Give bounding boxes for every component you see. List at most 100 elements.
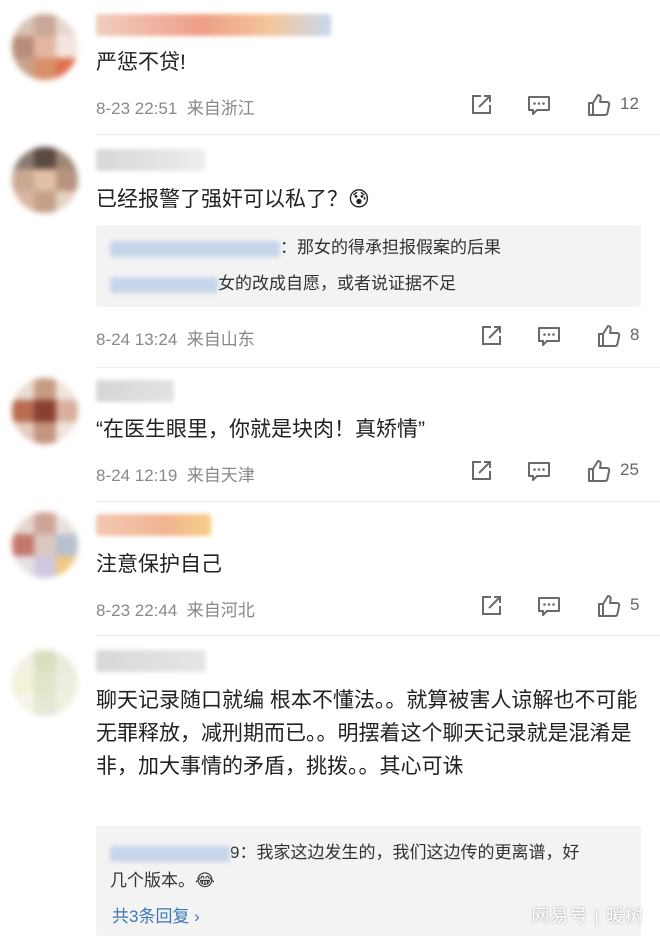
reply-line-1: ：那女的得承担报假案的后果: [110, 235, 501, 261]
avatar[interactable]: [12, 14, 78, 80]
comment-location: 来自天津: [186, 466, 255, 485]
avatar-pixel: [56, 422, 78, 444]
avatar-pixel: [12, 422, 34, 444]
share-icon[interactable]: [468, 92, 494, 118]
like-icon[interactable]: [586, 92, 612, 118]
avatar-pixel: [34, 191, 56, 213]
comment-text: 已经报警了强奸可以私了？😰: [96, 188, 370, 211]
avatar-pixel: [56, 650, 78, 672]
action-bar: 5: [478, 593, 658, 621]
avatar-pixel: [12, 694, 34, 716]
avatar-pixel: [12, 36, 34, 58]
avatar-pixel: [12, 191, 34, 213]
comment-meta: 8-24 12:19 来自天津: [96, 461, 255, 486]
avatar-pixel: [12, 672, 34, 694]
comment-date: 8-23 22:44: [96, 601, 178, 620]
comment-text: “在医生眼里，你就是块肉！真矫情”: [96, 418, 425, 441]
username-blurred[interactable]: [96, 650, 206, 672]
comment-icon[interactable]: [526, 458, 552, 484]
username-blurred[interactable]: [96, 514, 211, 536]
avatar[interactable]: [12, 147, 78, 213]
more-replies-link[interactable]: 共3条回复 ›: [112, 902, 200, 927]
avatar-pixel: [56, 169, 78, 191]
avatar[interactable]: [12, 378, 78, 444]
avatar-pixel: [56, 58, 78, 80]
reply-line-2: 几个版本。😂: [110, 871, 215, 890]
comment-date: 8-24 13:24: [96, 330, 178, 349]
comment-3: “在医生眼里，你就是块肉！真矫情” 8-24 12:19 来自天津 25: [0, 368, 660, 498]
comment-icon[interactable]: [536, 323, 562, 349]
avatar-pixel: [34, 378, 56, 400]
avatar-pixel: [56, 147, 78, 169]
reply-line-1: 9：我家这边发生的，我们这边传的更离谱，好: [110, 840, 579, 866]
avatar-pixel: [12, 400, 34, 422]
comment-icon[interactable]: [536, 593, 562, 619]
avatar-pixel: [56, 400, 78, 422]
avatar-pixel: [56, 378, 78, 400]
avatar-pixel: [12, 58, 34, 80]
avatar-pixel: [34, 400, 56, 422]
avatar-pixel: [34, 672, 56, 694]
username-blurred[interactable]: [96, 14, 331, 36]
avatar-pixel: [12, 650, 34, 672]
comment-meta: 8-23 22:44 来自河北: [96, 596, 255, 621]
avatar[interactable]: [12, 512, 78, 578]
avatar-pixel: [12, 512, 34, 534]
avatar[interactable]: [12, 650, 78, 716]
comment-location: 来自河北: [186, 601, 255, 620]
comment-4: 注意保护自己 8-23 22:44 来自河北 5: [0, 502, 660, 632]
reply-author-blurred[interactable]: [110, 276, 218, 293]
comment-5: 聊天记录随口就编 根本不懂法。。就算被害人谅解也不可能无罪释放，减刑期而已。。明…: [0, 636, 660, 940]
avatar-pixel: [56, 672, 78, 694]
comment-location: 来自山东: [186, 330, 255, 349]
reply-text: 9：我家这边发生的，我们这边传的更离谱，好: [230, 843, 580, 862]
avatar-pixel: [34, 422, 56, 444]
reply-line-2: 女的改成自愿，或者说证据不足: [110, 271, 456, 297]
watermark: 网易号 | 暖树: [531, 906, 644, 926]
share-icon[interactable]: [468, 458, 494, 484]
comment-text: 聊天记录随口就编 根本不懂法。。就算被害人谅解也不可能无罪释放，减刑期而已。。明…: [96, 689, 638, 778]
avatar-pixel: [34, 694, 56, 716]
action-bar: 25: [468, 458, 648, 486]
avatar-pixel: [34, 58, 56, 80]
reply-text: ：那女的得承担报假案的后果: [280, 238, 501, 257]
comment-text: 注意保护自己: [96, 553, 222, 576]
comment-text: 严惩不贷!: [96, 51, 186, 74]
avatar-pixel: [12, 14, 34, 36]
avatar-pixel: [34, 14, 56, 36]
comment-icon[interactable]: [526, 92, 552, 118]
avatar-pixel: [56, 694, 78, 716]
avatar-pixel: [56, 14, 78, 36]
avatar-pixel: [56, 512, 78, 534]
share-icon[interactable]: [478, 593, 504, 619]
reply-author-blurred[interactable]: [110, 240, 280, 257]
action-bar: 8: [478, 323, 658, 351]
like-count: 8: [630, 325, 640, 344]
username-blurred[interactable]: [96, 380, 174, 402]
avatar-pixel: [56, 36, 78, 58]
avatar-pixel: [12, 169, 34, 191]
share-icon[interactable]: [478, 323, 504, 349]
like-icon[interactable]: [586, 458, 612, 484]
reply-author-blurred[interactable]: [110, 845, 230, 862]
avatar-pixel: [12, 534, 34, 556]
avatar-pixel: [56, 534, 78, 556]
like-icon[interactable]: [596, 593, 622, 619]
comment-location: 来自浙江: [186, 99, 255, 118]
comment-meta: 8-24 13:24 来自山东: [96, 325, 255, 350]
reply-box[interactable]: ：那女的得承担报假案的后果 女的改成自愿，或者说证据不足: [96, 225, 641, 307]
comment-date: 8-23 22:51: [96, 99, 178, 118]
avatar-pixel: [34, 534, 56, 556]
comment-2: 已经报警了强奸可以私了？😰 ：那女的得承担报假案的后果 女的改成自愿，或者说证据…: [0, 135, 660, 365]
avatar-pixel: [56, 191, 78, 213]
username-blurred[interactable]: [96, 149, 206, 171]
like-icon[interactable]: [596, 323, 622, 349]
avatar-pixel: [34, 169, 56, 191]
avatar-pixel: [34, 512, 56, 534]
action-bar: 12: [468, 92, 648, 120]
avatar-pixel: [12, 556, 34, 578]
like-count: 25: [620, 460, 639, 479]
like-count: 12: [620, 94, 639, 113]
comment-1: 严惩不贷! 8-23 22:51 来自浙江 12: [0, 0, 660, 130]
reply-text: 女的改成自愿，或者说证据不足: [218, 274, 456, 293]
